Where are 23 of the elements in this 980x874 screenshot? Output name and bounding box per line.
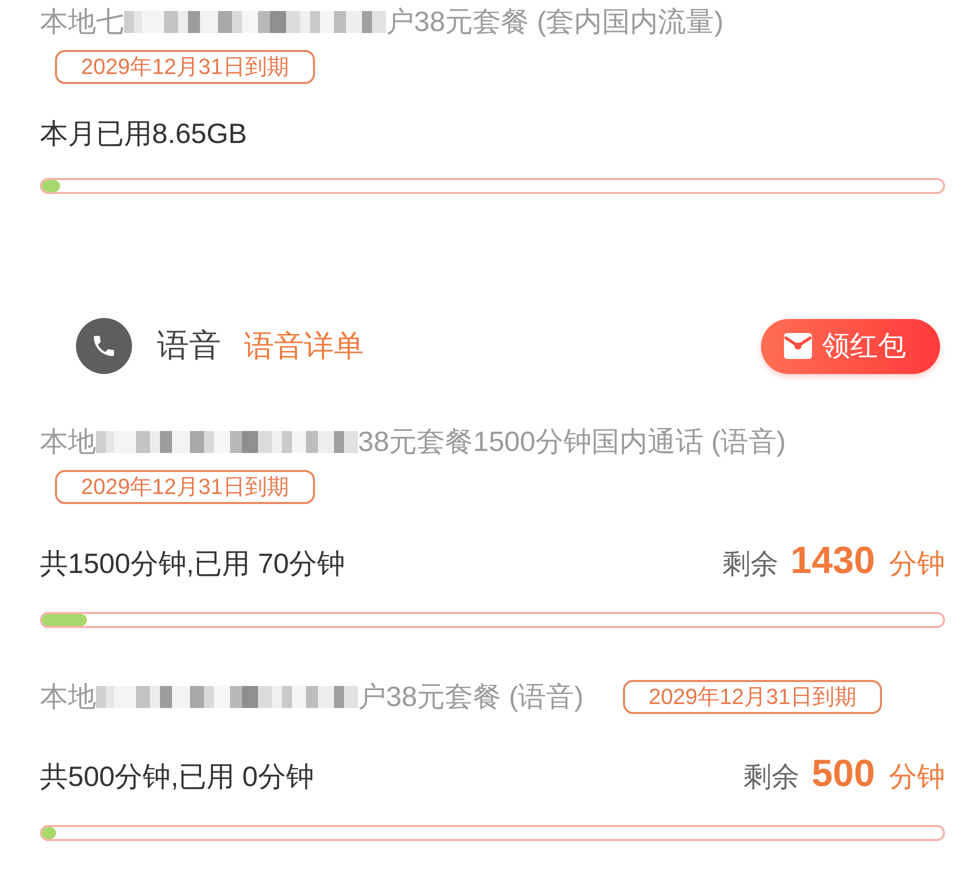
remaining-label: 剩余: [722, 547, 778, 581]
plan-name-end: 户38元套餐 (语音): [358, 680, 584, 714]
expiry-date-badge: 2029年12月31日到期: [55, 470, 315, 504]
expiry-date-badge: 2029年12月31日到期: [55, 50, 315, 84]
call-details-link[interactable]: 语音详单: [244, 326, 364, 366]
usage-text: 共1500分钟,已用 70分钟: [40, 547, 345, 581]
remaining-unit: 分钟: [889, 760, 945, 794]
envelope-icon: [784, 333, 812, 359]
section-title: 语音: [157, 326, 221, 365]
gift-envelope-button[interactable]: 领红包: [761, 318, 940, 374]
expiry-date-badge: 2029年12月31日到期: [622, 680, 882, 714]
remaining-value: 1430: [790, 539, 875, 584]
remaining-unit: 分钟: [889, 547, 945, 581]
remaining-label: 剩余: [744, 760, 800, 794]
plan-name-start: 本地: [40, 425, 96, 459]
plan-name-end: 户38元套餐 (套内国内流量): [386, 5, 724, 39]
remaining-value: 500: [812, 752, 875, 797]
phone-icon: [76, 318, 132, 374]
usage-text: 共500分钟,已用 0分钟: [40, 760, 314, 794]
plan-name-start: 本地七: [40, 5, 124, 39]
plan-name-start: 本地: [40, 680, 96, 714]
usage-text: 本月已用8.65GB: [40, 117, 247, 151]
plan-name-end: 38元套餐1500分钟国内通话 (语音): [358, 425, 786, 459]
